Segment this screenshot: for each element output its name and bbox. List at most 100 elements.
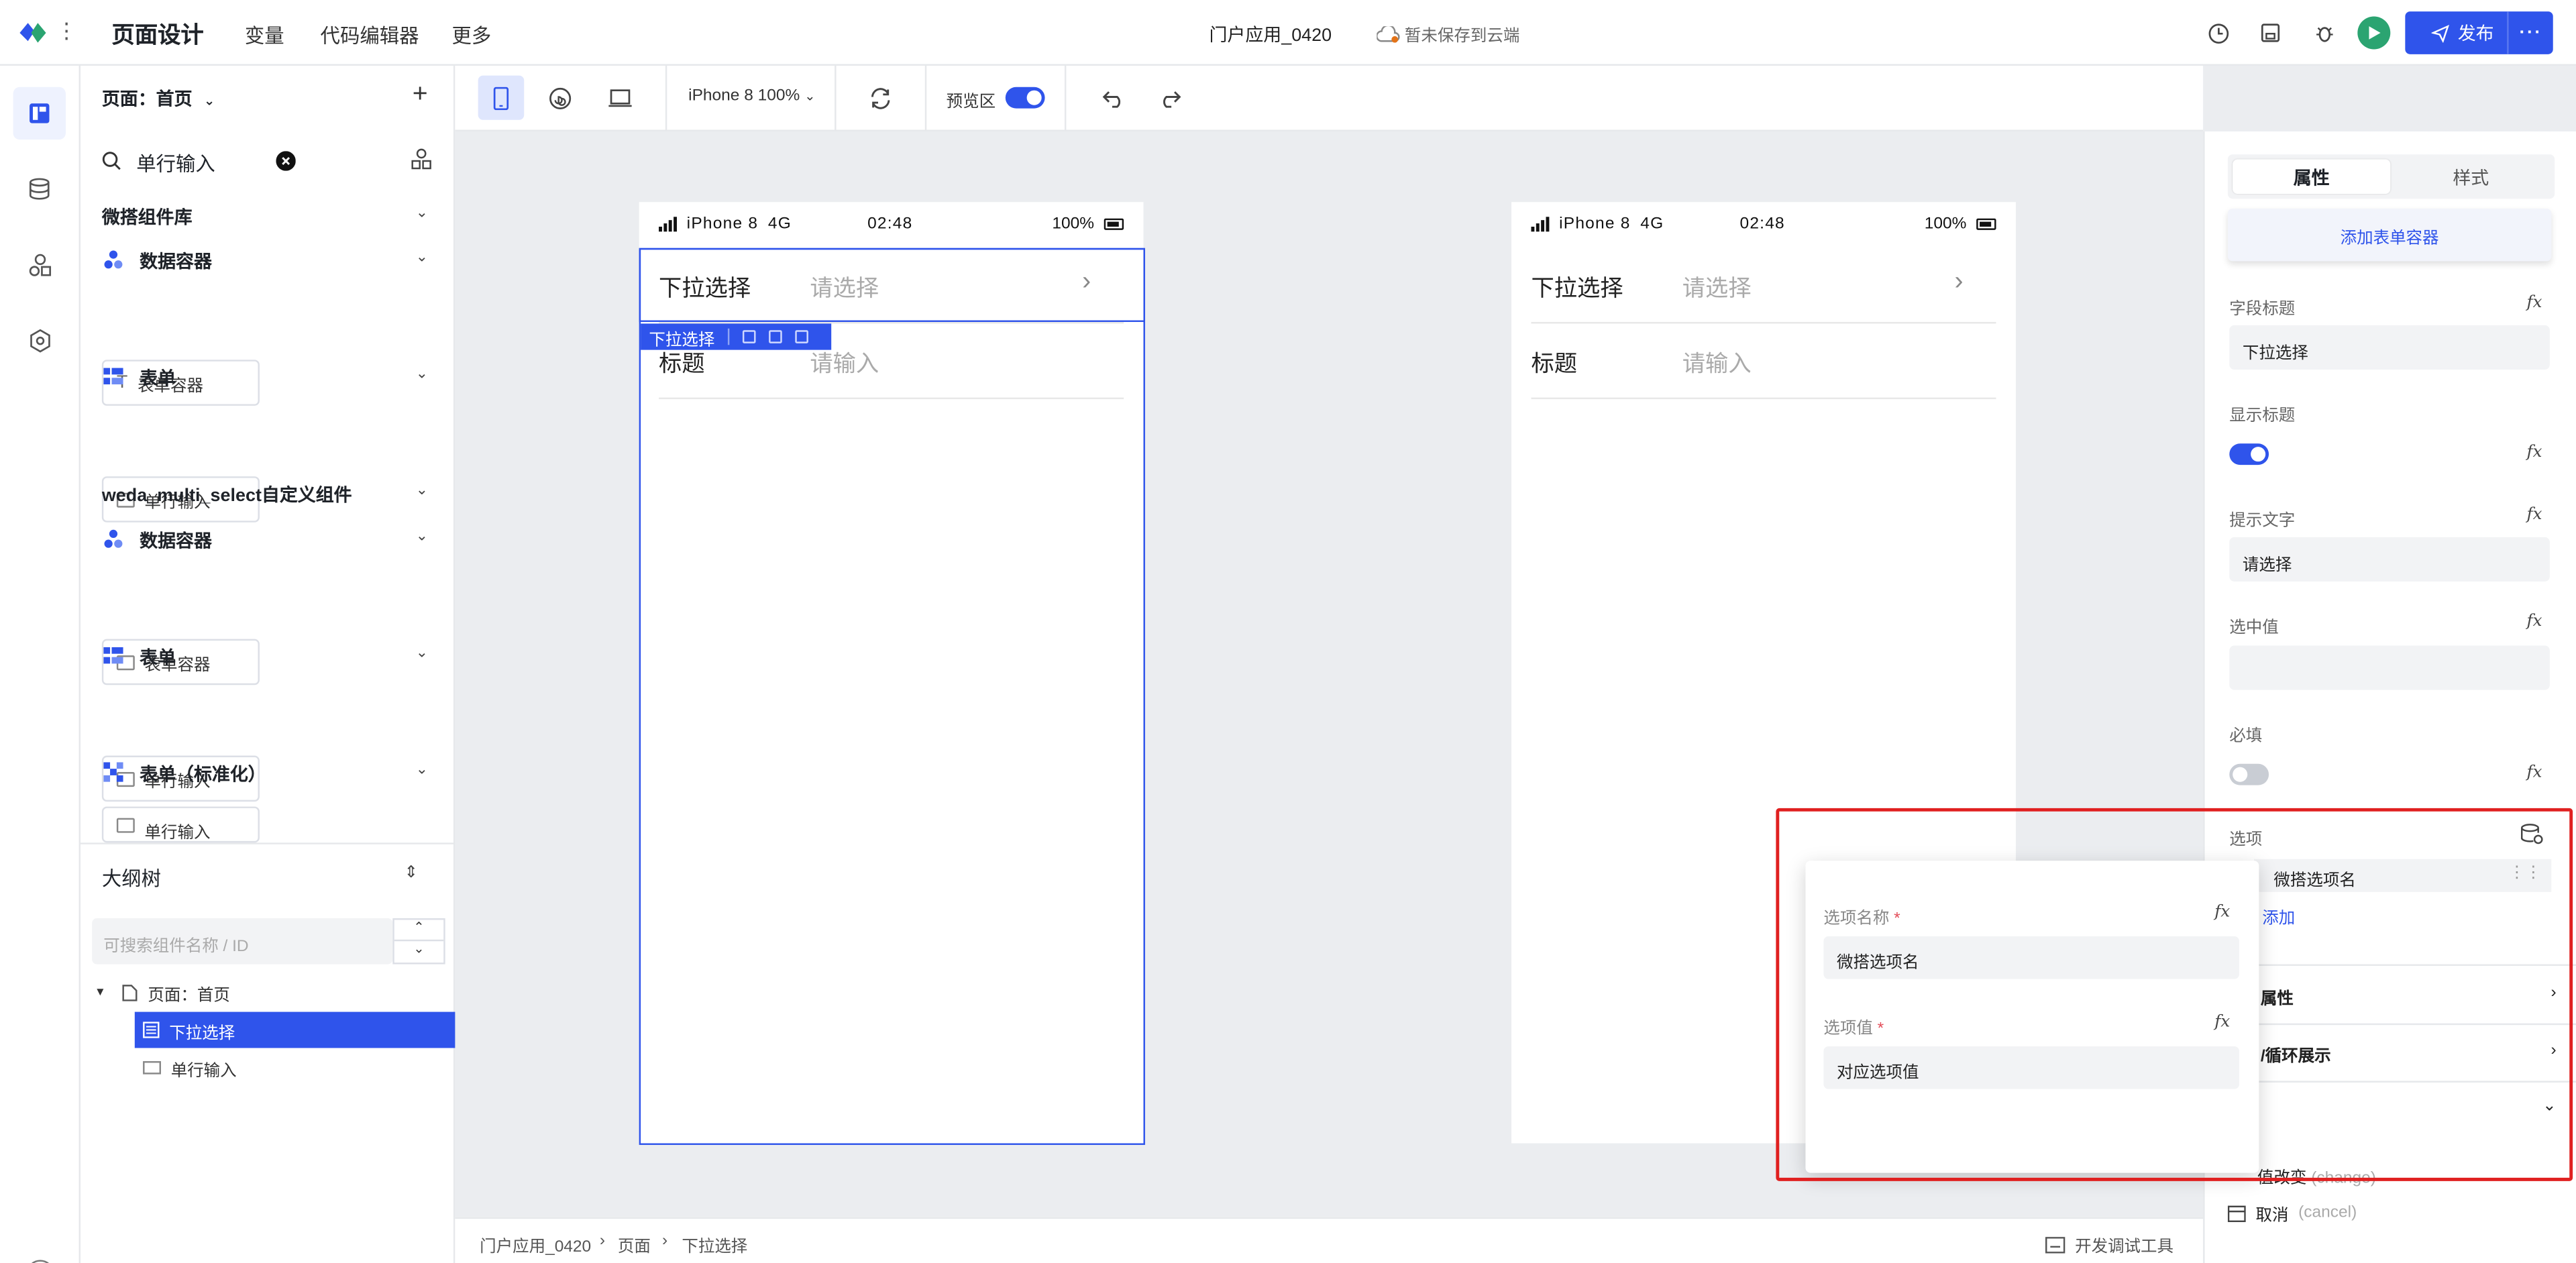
show-title-toggle[interactable] [2229,443,2269,465]
history-icon[interactable] [2203,18,2233,48]
component-single-input[interactable]: 单行输入 [101,806,260,843]
field-title-input[interactable]: 下拉选择 [2229,325,2550,370]
fx-icon[interactable]: fx [2527,443,2542,461]
page-selector[interactable]: 页面：首页 ⌄ [102,85,215,111]
dropdown-component-icon [143,1022,160,1038]
tree-node-dropdown[interactable]: 下拉选择 [134,1011,455,1048]
breadcrumb-page[interactable]: 页面 [618,1232,651,1257]
chevron-down-icon[interactable]: ⌄ [416,761,428,779]
component-search-input[interactable]: 单行输入 [136,150,215,178]
show-title-label: 显示标题 [2229,407,2296,426]
tree-node-page[interactable]: ▼ 页面：首页 [89,974,455,1010]
fx-icon[interactable]: fx [2527,612,2542,630]
status-time: 02:48 [867,215,913,233]
miniprogram-view-icon[interactable] [537,76,584,120]
fx-icon[interactable]: fx [2527,294,2542,312]
library-title[interactable]: 微搭组件库 [102,204,193,230]
caret-down-icon[interactable]: ▼ [89,987,111,998]
event-cancel[interactable]: 取消 (cancel) [2227,1201,2357,1225]
add-form-container-button[interactable]: 添加表单容器 [2227,209,2552,262]
page-icon [122,983,138,1001]
help-icon[interactable]: ? [26,1260,54,1263]
outline-search-input[interactable]: 可搜索组件名称 / ID [92,918,393,965]
dropdown-field[interactable]: 下拉选择 请选择 › [1531,248,1996,324]
more-vertical-icon[interactable]: ⋮ [56,18,77,44]
selected-value-label: 选中值 [2229,619,2279,638]
delete-icon[interactable] [795,330,808,343]
fx-icon[interactable]: fx [2527,506,2542,524]
rail-database-icon[interactable] [13,162,66,215]
custom-library-title[interactable]: weda_multi_select自定义组件 [102,482,352,508]
chevron-down-icon[interactable]: ⌄ [416,644,428,662]
toolbar-divider [924,65,927,131]
group-data-container[interactable]: 数据容器 [140,527,212,553]
fx-icon[interactable]: fx [2527,764,2542,782]
field-label: 下拉选择 [1531,274,1623,301]
run-button[interactable] [2357,16,2391,50]
tag-divider [727,328,730,345]
nav-more[interactable]: 更多 [451,21,491,50]
save-icon[interactable] [742,330,756,343]
preview-toggle[interactable] [1005,87,1045,109]
chevron-down-icon[interactable]: ⌄ [416,204,428,222]
hint-input[interactable]: 请选择 [2229,537,2550,582]
nav-variables[interactable]: 变量 [245,21,284,50]
battery-icon [1976,218,1996,230]
weda-logo-icon[interactable] [16,16,49,49]
publish-more-button[interactable]: ··· [2507,11,2553,54]
field-title-label: 字段标题 [2229,300,2296,319]
dev-tools-label: 开发调试工具 [2075,1238,2174,1257]
group-form[interactable]: 表单 [140,644,176,670]
group-form[interactable]: 表单 [140,365,176,391]
selected-value-input[interactable] [2229,645,2550,690]
panel-divider [80,842,455,844]
required-toggle[interactable] [2229,763,2269,785]
toolbar-divider [1064,65,1067,131]
component-search[interactable]: 单行输入 [102,145,434,178]
breadcrumb-component[interactable]: 下拉选择 [682,1232,747,1257]
component-market-icon[interactable] [411,148,432,170]
dev-tools-button[interactable]: 开发调试工具 [2045,1232,2174,1257]
group-standard-form[interactable]: 表单（标准化） [140,761,266,787]
save-icon[interactable] [2255,18,2285,48]
publish-button[interactable]: 发布 ··· [2405,11,2553,54]
page-selector-label: 页面：首页 [101,90,193,111]
chevron-down-icon[interactable]: ⌄ [416,365,428,383]
chevron-down-icon[interactable]: ⌄ [416,527,428,545]
group-data-container[interactable]: 数据容器 [140,248,212,274]
nav-code-editor[interactable]: 代码编辑器 [321,21,419,50]
outline-search-stepper[interactable]: ⌃ ⌄ [392,918,445,965]
chevron-down-icon[interactable]: ⌄ [416,482,428,500]
copy-icon[interactable] [769,330,782,343]
breadcrumb-app[interactable]: 门户应用_0420 [480,1232,591,1257]
expand-collapse-icon[interactable]: ⇕ [404,864,418,882]
tree-node-single-input[interactable]: 单行输入 [143,1050,455,1086]
rail-settings-icon[interactable] [13,314,66,366]
redo-icon[interactable] [1146,76,1193,120]
selection-tag[interactable]: 下拉选择 [641,323,832,350]
tree-node-label: 页面：首页 [148,986,230,1005]
save-status-text: 暂未保存到云端 [1404,28,1520,46]
mobile-view-icon[interactable] [478,75,525,120]
component-form-container[interactable]: 表单容器 [101,639,260,685]
carrier: iPhone 8 [686,215,759,233]
tab-styles[interactable]: 样式 [2392,160,2550,194]
rail-components-icon[interactable] [13,238,66,290]
component-form-container[interactable]: T 表单容器 [101,360,260,406]
form-icon [103,647,123,664]
rail-page-design-icon[interactable] [13,87,66,140]
clear-icon[interactable] [276,151,296,171]
debug-bug-icon[interactable] [2310,18,2339,48]
pc-view-icon[interactable] [596,76,643,120]
device-selector[interactable]: iPhone 8 100% ⌄ [688,87,815,105]
chevron-down-icon[interactable]: ⌄ [416,248,428,266]
text-input-field[interactable]: 标题 请输入 [1531,323,1996,400]
top-bar: ⋮ 页面设计 变量 代码编辑器 更多 门户应用_0420 暂未保存到云端 发布 … [0,0,2576,66]
undo-icon[interactable] [1091,76,1137,120]
status-time: 02:48 [1739,215,1785,233]
add-page-icon[interactable]: + [413,80,428,110]
chevron-down-icon[interactable]: ⌄ [394,941,443,963]
chevron-up-icon[interactable]: ⌃ [394,920,444,942]
refresh-icon[interactable] [857,76,904,120]
tab-properties[interactable]: 属性 [2233,159,2391,194]
